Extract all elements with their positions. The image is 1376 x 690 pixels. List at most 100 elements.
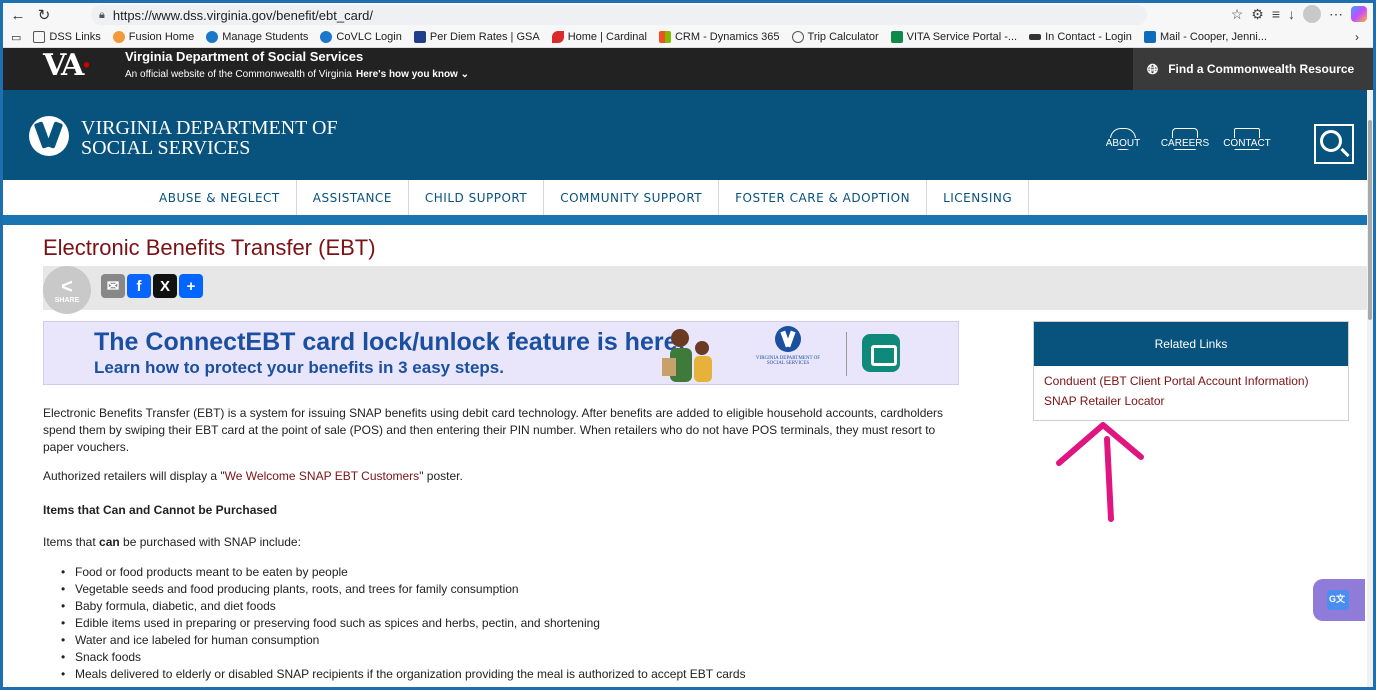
list-item: Snack foods [61,649,746,666]
how-you-know-link[interactable]: Here's how you know ⌄ [356,69,469,80]
about-link[interactable]: ABOUT [1103,128,1143,150]
favorites-bar-icon[interactable]: ≡ [1272,6,1280,22]
intro-paragraph: Electronic Benefits Transfer (EBT) is a … [43,406,944,454]
cardinal-icon [551,31,564,43]
trip-icon [791,31,804,43]
nav-community-support[interactable]: COMMUNITY SUPPORT [544,180,720,215]
commonwealth-strip: VA· Virginia Department of Social Servic… [3,48,1373,90]
profile-avatar[interactable] [1303,5,1321,23]
folder-icon [33,31,46,43]
bookmark-incontact[interactable]: In Contact - Login [1029,31,1132,43]
tab-actions-icon[interactable]: ▭ [11,31,21,44]
banner-headline: The ConnectEBT card lock/unlock feature … [94,328,686,356]
bookmark-covlc-login[interactable]: CoVLC Login [320,31,402,43]
bookmark-mail[interactable]: Mail - Cooper, Jenni... [1143,31,1267,43]
nav-assistance[interactable]: ASSISTANCE [297,180,409,215]
globe-icon: 🌐︎ [1147,60,1159,77]
authorized-paragraph: Authorized retailers will display a "We … [43,469,463,483]
vdss-mini-logo [775,326,801,352]
search-icon-handle [1340,147,1350,158]
share-button[interactable]: < SHARE [43,266,91,314]
main-nav: ABUSE & NEGLECT ASSISTANCE CHILD SUPPORT… [3,180,1373,215]
bookmark-dss-links[interactable]: DSS Links [33,31,101,43]
list-item: Food or food products meant to be eaten … [61,564,746,581]
vita-icon [890,31,903,43]
url-field[interactable]: 🔒︎ https://www.dss.virginia.gov/benefit/… [91,5,1147,25]
vdss-logo[interactable] [29,116,69,156]
strip-title: Virginia Department of Social Services [125,49,364,64]
page-scrollbar[interactable] [1367,90,1373,687]
welcome-snap-poster-link[interactable]: We Welcome SNAP EBT Customers [225,469,420,483]
search-icon [1320,130,1342,152]
related-links-panel: Related Links Conduent (EBT Client Porta… [1033,321,1349,421]
family-illustration [662,329,712,382]
careers-link[interactable]: CAREERS [1158,128,1212,150]
connectebt-app-icon [862,334,900,372]
manage-students-icon [206,31,219,43]
bookmark-cardinal[interactable]: Home | Cardinal [551,31,647,43]
email-share-icon[interactable]: ✉ [101,274,125,298]
banner-divider [846,332,847,376]
address-bar-row: ← ↻ 🔒︎ https://www.dss.virginia.gov/bene… [3,3,1373,27]
bookmark-trip-calculator[interactable]: Trip Calculator [791,31,879,43]
refresh-icon[interactable]: ↻ [33,5,55,25]
site-header: VIRGINIA DEPARTMENT OF SOCIAL SERVICES A… [3,90,1373,180]
connectebt-banner[interactable]: The ConnectEBT card lock/unlock feature … [43,321,959,385]
related-links-heading: Related Links [1034,322,1348,366]
add-share-icon[interactable]: + [179,274,203,298]
fusion-icon [112,31,125,43]
snap-retailer-locator-link[interactable]: SNAP Retailer Locator [1044,394,1348,408]
downloads-icon[interactable]: ↓ [1288,6,1295,22]
more-icon[interactable]: ⋯ [1329,6,1343,23]
incontact-icon [1029,34,1042,40]
bookmark-fusion-home[interactable]: Fusion Home [112,31,194,43]
copilot-icon[interactable] [1351,6,1367,22]
dynamics-icon [658,31,671,43]
items-heading: Items that Can and Cannot be Purchased [43,503,278,517]
site-search-button[interactable] [1314,124,1354,164]
annotation-arrow-icon [1056,422,1144,522]
nav-foster-care[interactable]: FOSTER CARE & ADOPTION [719,180,928,215]
nav-licensing[interactable]: LICENSING [927,180,1030,215]
scrollbar-thumb[interactable] [1368,120,1372,320]
list-item: Baby formula, diabetic, and diet foods [61,598,746,615]
banner-subheadline: Learn how to protect your benefits in 3 … [94,358,504,377]
list-item: Water and ice labeled for human consumpt… [61,632,746,649]
facebook-share-icon[interactable]: f [127,274,151,298]
bookmark-vita-portal[interactable]: VITA Service Portal -... [890,31,1017,43]
conduent-link[interactable]: Conduent (EBT Client Portal Account Info… [1044,374,1348,388]
contact-link[interactable]: CONTACT [1221,128,1273,150]
browser-actions: ☆ ⚙ ≡ ↓ ⋯ [1231,5,1367,23]
banner-vdss-logo: VIRGINIA DEPARTMENT OF SOCIAL SERVICES [748,326,828,382]
bookmark-manage-students[interactable]: Manage Students [206,31,308,43]
list-item: Vegetable seeds and food producing plant… [61,581,746,598]
outlook-icon [1143,31,1156,43]
list-item: Meals delivered to elderly or disabled S… [61,666,746,683]
url-text: https://www.dss.virginia.gov/benefit/ebt… [112,7,373,23]
translate-widget[interactable]: G文 [1313,579,1365,621]
share-bar: < SHARE ✉ f X + [43,266,1367,314]
back-icon[interactable]: ← [7,5,29,25]
nav-child-support[interactable]: CHILD SUPPORT [409,180,545,215]
find-resource-button[interactable]: 🌐︎ Find a Commonwealth Resource [1133,48,1373,90]
nav-divider [3,215,1367,225]
header-utility-links: ABOUT CAREERS CONTACT [1103,128,1273,150]
lock-icon: 🔒︎ [99,8,105,21]
bookmarks-bar: ▭ DSS Links Fusion Home Manage Students … [3,27,1373,48]
chevron-right-icon[interactable]: › [1355,30,1359,44]
bookmark-crm[interactable]: CRM - Dynamics 365 [658,31,780,43]
browser-window: ← ↻ 🔒︎ https://www.dss.virginia.gov/bene… [0,0,1376,690]
translate-icon: G文 [1327,590,1349,610]
page-title: Electronic Benefits Transfer (EBT) [43,235,376,260]
bookmark-per-diem[interactable]: Per Diem Rates | GSA [413,31,540,43]
allowed-items-list: Food or food products meant to be eaten … [61,564,746,683]
share-icon: < [61,275,73,298]
nav-abuse-neglect[interactable]: ABUSE & NEGLECT [143,180,297,215]
site-title[interactable]: VIRGINIA DEPARTMENT OF SOCIAL SERVICES [81,118,338,158]
strip-subtitle: An official website of the Commonwealth … [125,69,469,80]
extensions-icon[interactable]: ⚙ [1251,6,1264,23]
favorite-icon[interactable]: ☆ [1231,6,1244,23]
items-can-intro: Items that can be purchased with SNAP in… [43,535,301,549]
x-share-icon[interactable]: X [153,274,177,298]
covlc-icon [320,31,333,43]
